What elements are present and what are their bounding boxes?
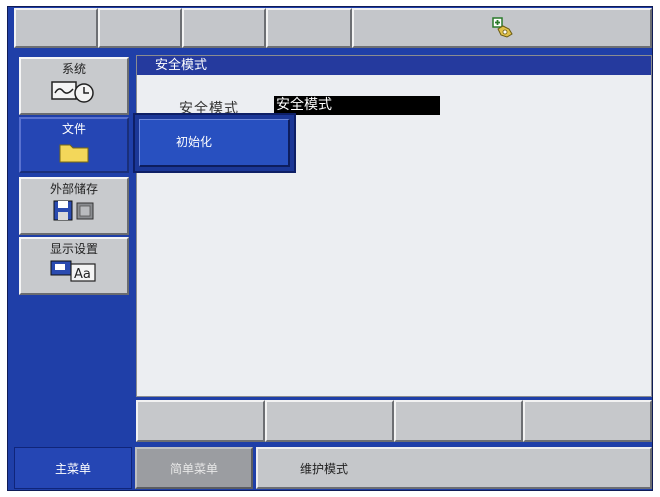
sidebar-item-label: 外部储存 <box>49 182 98 196</box>
status-cell-3[interactable] <box>182 8 266 48</box>
status-cell-4[interactable] <box>266 8 352 48</box>
file-submenu: 初始化 <box>133 113 296 173</box>
sidebar-item-label: 显示设置 <box>49 242 98 256</box>
display-settings-icon: Aa <box>50 260 96 282</box>
top-status-bar <box>14 8 652 48</box>
function-key-3[interactable] <box>394 400 523 442</box>
sidebar-item-display-settings[interactable]: 显示设置 Aa <box>19 237 129 295</box>
system-monitor-clock-icon <box>51 81 94 103</box>
main-menu-button[interactable]: 主菜单 <box>14 447 132 489</box>
bottom-menu-bar: 主菜单 简单菜单 维护模式 <box>14 447 652 489</box>
external-storage-icon <box>53 200 94 221</box>
main-panel: 安全模式 安全模式 安全模式 <box>136 55 652 397</box>
folder-icon <box>59 144 89 163</box>
sidebar-item-label: 文件 <box>61 122 86 136</box>
status-cell-wide[interactable] <box>352 8 652 48</box>
teach-pendant-icon <box>492 17 513 38</box>
mode-indicator: 维护模式 <box>256 447 652 489</box>
status-cell-1[interactable] <box>14 8 98 48</box>
simple-menu-button[interactable]: 简单菜单 <box>135 447 253 489</box>
status-cell-2[interactable] <box>98 8 182 48</box>
function-key-2[interactable] <box>265 400 394 442</box>
sidebar-item-label: 系统 <box>61 62 86 76</box>
function-key-4[interactable] <box>523 400 652 442</box>
svg-text:Aa: Aa <box>74 267 91 282</box>
function-key-1[interactable] <box>136 400 265 442</box>
sidebar-item-file[interactable]: 文件 <box>19 117 129 173</box>
sidebar-item-system[interactable]: 系统 <box>19 57 129 115</box>
sidebar-item-external-storage[interactable]: 外部储存 <box>19 177 129 235</box>
function-key-bar <box>136 400 652 442</box>
page-title: 安全模式 <box>137 56 651 75</box>
submenu-item-initialize[interactable]: 初始化 <box>139 119 290 167</box>
safety-mode-value[interactable]: 安全模式 <box>274 96 440 115</box>
